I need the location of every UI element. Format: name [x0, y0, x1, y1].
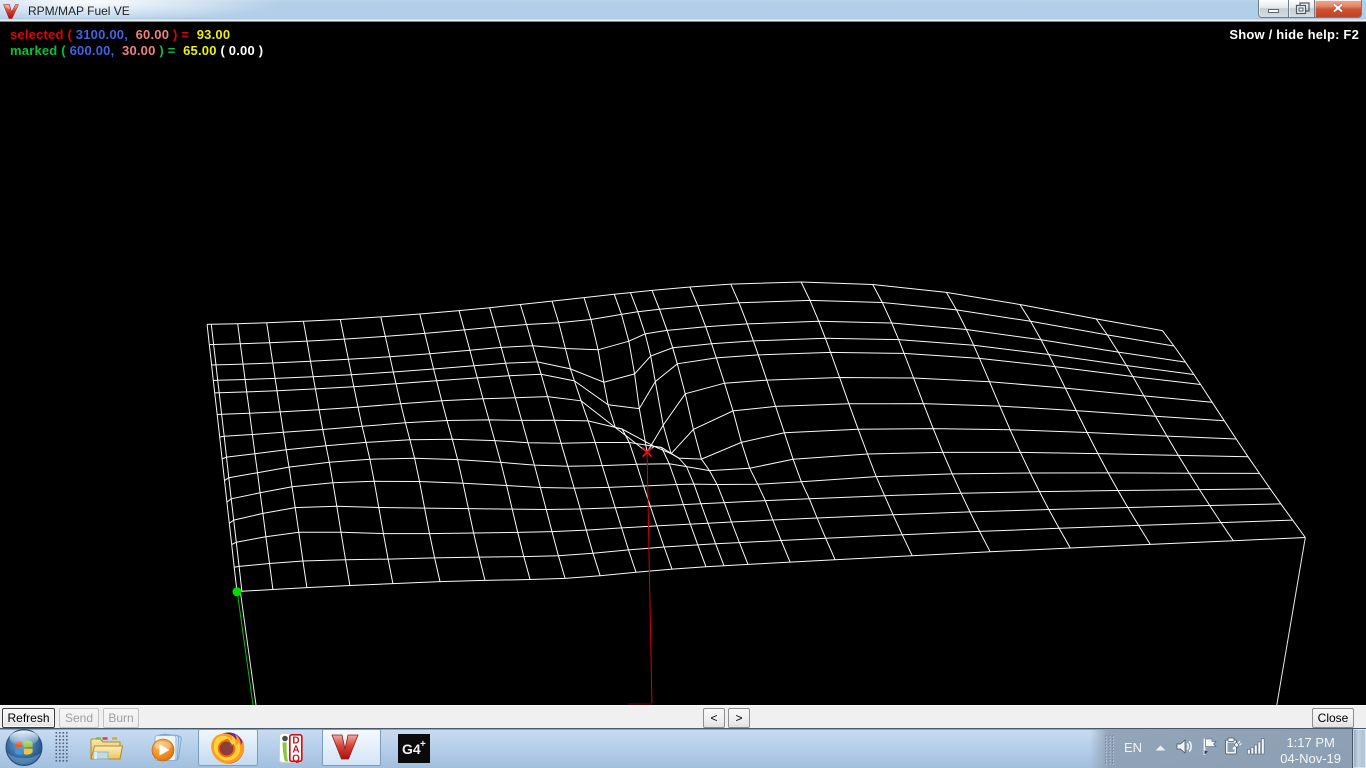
svg-text:+: +	[420, 739, 426, 750]
svg-text:G4: G4	[402, 741, 421, 757]
svg-text:Q: Q	[292, 754, 300, 764]
